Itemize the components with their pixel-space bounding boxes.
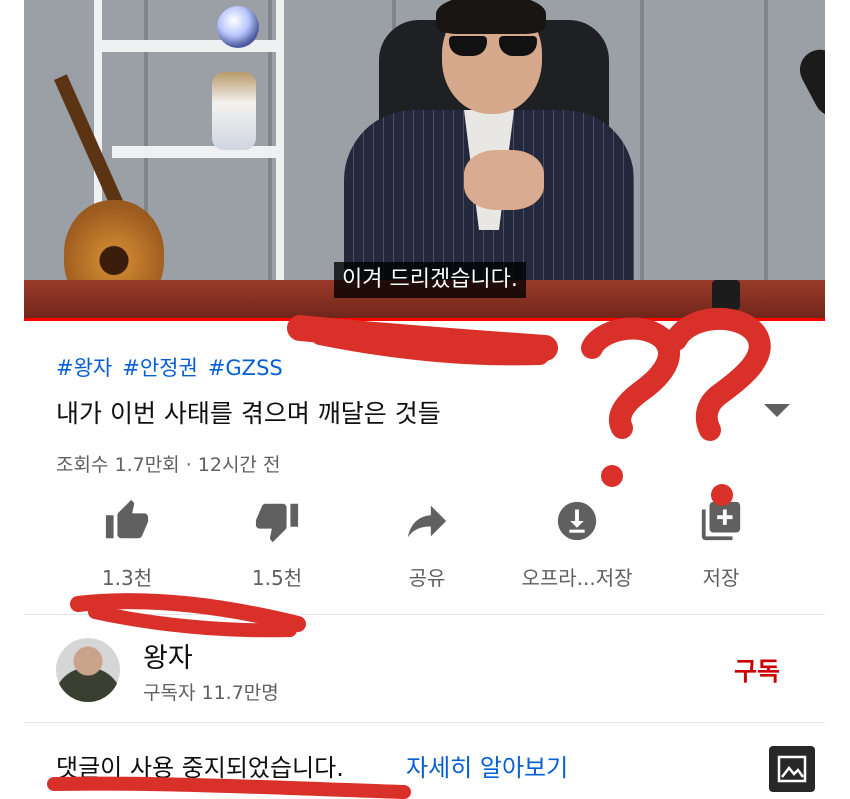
- video-player[interactable]: 이겨 드리겠습니다.: [24, 0, 825, 320]
- video-title[interactable]: 내가 이번 사태를 겪으며 깨달은 것들: [56, 394, 441, 430]
- divider: [24, 614, 825, 615]
- download-icon: [557, 501, 597, 541]
- share-label: 공유: [408, 566, 446, 590]
- download-button[interactable]: 오프라...저장: [502, 498, 652, 591]
- shelf-post: [276, 0, 284, 290]
- lantern: [212, 72, 256, 150]
- disco-ball: [217, 6, 259, 48]
- comments-disabled-text: 댓글이 사용 중지되었습니다.: [56, 754, 344, 782]
- save-label: 저장: [702, 566, 740, 590]
- save-button[interactable]: 저장: [646, 498, 796, 591]
- channel-avatar[interactable]: [56, 638, 120, 702]
- like-count: 1.3천: [101, 566, 153, 590]
- download-label: 오프라...저장: [521, 566, 633, 590]
- shelf: [94, 40, 284, 52]
- progress-bar[interactable]: [24, 318, 825, 321]
- dislike-count: 1.5천: [251, 566, 303, 590]
- progress-fill: [24, 318, 825, 321]
- hashtag-link[interactable]: #안정권: [122, 356, 198, 380]
- chevron-down-icon[interactable]: [764, 404, 790, 418]
- share-icon: [407, 505, 447, 538]
- person-hair: [436, 0, 546, 34]
- video-subtitle: 이겨 드리겠습니다.: [334, 262, 526, 298]
- subscriber-count: 구독자 11.7만명: [143, 682, 279, 704]
- person-hands: [464, 150, 544, 210]
- like-button[interactable]: 1.3천: [52, 498, 202, 591]
- video-meta: 조회수 1.7만회 · 12시간 전: [56, 454, 281, 476]
- image-icon[interactable]: [769, 746, 815, 792]
- thumbs-down-icon: [255, 503, 299, 543]
- hashtag-link[interactable]: #왕자: [56, 356, 112, 380]
- thumbs-up-icon: [105, 499, 149, 539]
- bottle: [712, 280, 740, 310]
- subscribe-button[interactable]: 구독: [734, 652, 780, 688]
- sunglasses: [449, 36, 537, 58]
- learn-more-link[interactable]: 자세히 알아보기: [406, 748, 568, 783]
- share-button[interactable]: 공유: [352, 498, 502, 591]
- dislike-button[interactable]: 1.5천: [202, 498, 352, 591]
- add-to-playlist-icon: [701, 501, 741, 541]
- divider: [24, 722, 825, 723]
- channel-name[interactable]: 왕자: [143, 636, 193, 675]
- action-bar: 1.3천 1.5천 공유 오프라...저장 저장: [56, 498, 816, 598]
- hashtag-list: #왕자 #안정권 #GZSS: [56, 352, 293, 382]
- hashtag-link[interactable]: #GZSS: [208, 356, 283, 380]
- shelf: [112, 146, 282, 158]
